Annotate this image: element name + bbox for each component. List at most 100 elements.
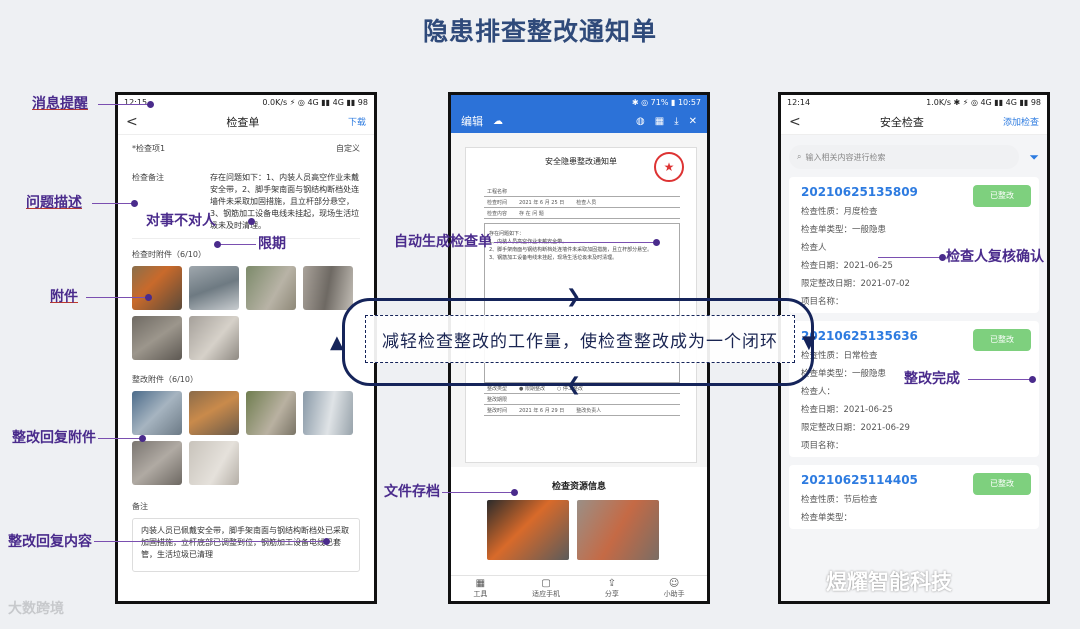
callout-reviewer-confirm: 检查人复核确认: [946, 249, 1044, 265]
callout-dot: [131, 200, 138, 207]
attachment-thumbnail[interactable]: [189, 316, 239, 360]
official-seal: ★: [654, 152, 684, 182]
status-time: 12:15: [124, 97, 148, 107]
callout-dot: [145, 294, 152, 301]
filter-icon[interactable]: ⏷: [1029, 150, 1039, 165]
leader-line: [218, 244, 256, 245]
nav-share[interactable]: ⇪ 分享: [605, 578, 619, 599]
attachment-thumbnail[interactable]: [132, 316, 182, 360]
attachment-thumbnail[interactable]: [246, 266, 296, 310]
attachment-thumbnail[interactable]: [189, 441, 239, 485]
callout-attachment: 附件: [50, 289, 78, 305]
status-time: 12:14: [787, 97, 811, 107]
fit-phone-icon: ▢: [541, 578, 551, 589]
share-icon: ⇪: [607, 578, 617, 589]
arrow-left-icon: ❮: [566, 374, 582, 395]
callout-dot: [323, 538, 330, 545]
download-button[interactable]: 下载: [348, 115, 366, 128]
callout-rectified: 整改完成: [904, 371, 960, 387]
callout-dot: [214, 241, 221, 248]
status-bar: 12:15 0.0K/s ⚡ ◎ 4G ▮▮ 4G ▮▮ 98: [118, 95, 374, 109]
attachment-thumbnail[interactable]: [132, 441, 182, 485]
status-badge: 已整改: [973, 185, 1031, 207]
bottom-nav: ▦ 工具 ▢ 适应手机 ⇪ 分享 ☺ 小助手: [451, 575, 707, 601]
callout-dot: [248, 218, 255, 225]
phone-safety-check-list: 12:14 1.0K/s ✱ ⚡ ◎ 4G ▮▮ 4G ▮▮ 98 < 安全检查…: [778, 92, 1050, 604]
attachments-label: 检查时附件（6/10）: [132, 250, 206, 259]
assistant-icon: ☺: [668, 578, 680, 589]
check-card[interactable]: 20210625135636 已整改 检查性质：日常检查 检查单类型：一般隐患 …: [789, 321, 1039, 457]
note-label: 备注: [132, 502, 148, 511]
inspection-item-row[interactable]: *检查项1 自定义: [118, 135, 374, 154]
check-card[interactable]: 20210625135809 已整改 检查性质：月度检查 检查单类型：一般隐患 …: [789, 177, 1039, 313]
watermark-left: 大数跨境: [8, 601, 64, 617]
center-message: 减轻检查整改的工作量，使检查整改成为一个闭环: [365, 315, 795, 363]
document-row: 整改期限: [484, 394, 680, 405]
leader-line: [94, 541, 324, 542]
watermark-right: 煜耀智能科技: [826, 570, 952, 594]
palette-icon[interactable]: ◍: [636, 116, 645, 127]
attachment-thumbnail[interactable]: [132, 266, 182, 310]
back-icon[interactable]: <: [126, 114, 138, 130]
inspection-item-value: 自定义: [336, 144, 360, 153]
callout-dot: [653, 239, 660, 246]
status-bar: ✱ ◎ 71% ▮ 10:57: [451, 95, 707, 109]
app-bar: < 检查单 下载: [118, 109, 374, 135]
search-input[interactable]: ⌕ 输入相关内容进行检索: [789, 145, 1020, 169]
document-row: 检查时间 2021 年 6 月 25 日检查人员: [484, 197, 680, 208]
callout-dot: [1029, 376, 1036, 383]
rectify-note-field[interactable]: 内装人员已佩戴安全带，脚手架南面与钢结构断档处已采取加固措施，立杆底部已调整到位…: [132, 518, 360, 572]
leader-line: [92, 203, 132, 204]
callout-auto-generate: 自动生成检查单: [394, 234, 492, 250]
attachment-thumbnail[interactable]: [246, 391, 296, 435]
attachment-thumbnail[interactable]: [132, 391, 182, 435]
status-badge: 已整改: [973, 473, 1031, 495]
arrow-right-icon: ❯: [566, 286, 582, 307]
attachment-thumbnail[interactable]: [303, 391, 353, 435]
nav-tools[interactable]: ▦ 工具: [473, 578, 487, 599]
nav-fit-phone[interactable]: ▢ 适应手机: [532, 578, 560, 599]
inspection-item-label: *检查项1: [132, 144, 166, 153]
leader-line: [494, 242, 654, 243]
rectify-attachments: [118, 385, 374, 485]
rectify-attachments-label: 整改附件（6/10）: [132, 375, 198, 384]
edit-button[interactable]: 编辑: [461, 113, 483, 129]
status-badge: 已整改: [973, 329, 1031, 351]
attachment-thumbnail[interactable]: [189, 391, 239, 435]
back-icon[interactable]: <: [789, 114, 801, 130]
status-indicators: 0.0K/s ⚡ ◎ 4G ▮▮ 4G ▮▮ 98: [262, 97, 368, 107]
leader-line: [98, 104, 148, 105]
archive-photo[interactable]: [577, 500, 659, 560]
page-title: 安全检查: [879, 115, 924, 129]
check-project: 项目名称：: [801, 297, 844, 307]
archive-title: 检查资源信息: [551, 482, 606, 492]
leader-line: [98, 438, 140, 439]
leader-line: [968, 379, 1030, 380]
callout-dot: [139, 435, 146, 442]
check-card[interactable]: 20210625114405 已整改 检查性质：节后检查 检查单类型：: [789, 465, 1039, 529]
close-icon[interactable]: ✕: [689, 116, 697, 127]
viewer-toolbar: 编辑 ☁ ◍ ▦ ⤓ ✕: [451, 109, 707, 133]
attachment-thumbnail[interactable]: [303, 266, 353, 310]
nav-assistant[interactable]: ☺ 小助手: [664, 578, 685, 599]
archive-photo[interactable]: [487, 500, 569, 560]
status-indicators: ✱ ◎ 71% ▮ 10:57: [631, 97, 701, 107]
callout-archive: 文件存档: [384, 484, 440, 500]
check-type: 检查单类型：一般隐患: [801, 225, 887, 235]
attachment-thumbnail[interactable]: [189, 266, 239, 310]
export-icon[interactable]: ⤓: [674, 116, 678, 127]
app-bar: < 安全检查 添加检查: [781, 109, 1047, 135]
tools-icon: ▦: [475, 578, 486, 589]
cloud-upload-icon[interactable]: ☁: [493, 116, 503, 127]
grid-icon[interactable]: ▦: [655, 116, 664, 127]
callout-deadline: 限期: [258, 236, 286, 252]
add-check-button[interactable]: 添加检查: [1003, 115, 1039, 128]
remark-text: 存在问题如下：1、内装人员高空作业未戴安全带，2、脚手架南面与钢结构断档处连墙件…: [210, 173, 360, 230]
callout-dot: [511, 489, 518, 496]
callout-rectify-content: 整改回复内容: [8, 534, 92, 550]
search-placeholder: 输入相关内容进行检索: [805, 152, 886, 162]
document-row: 整改时间 2021 年 6 月 29 日整改负责人: [484, 405, 680, 416]
document-row: 工程名称: [484, 186, 680, 197]
check-type: 检查单类型：: [801, 513, 853, 523]
callout-dot: [147, 101, 154, 108]
